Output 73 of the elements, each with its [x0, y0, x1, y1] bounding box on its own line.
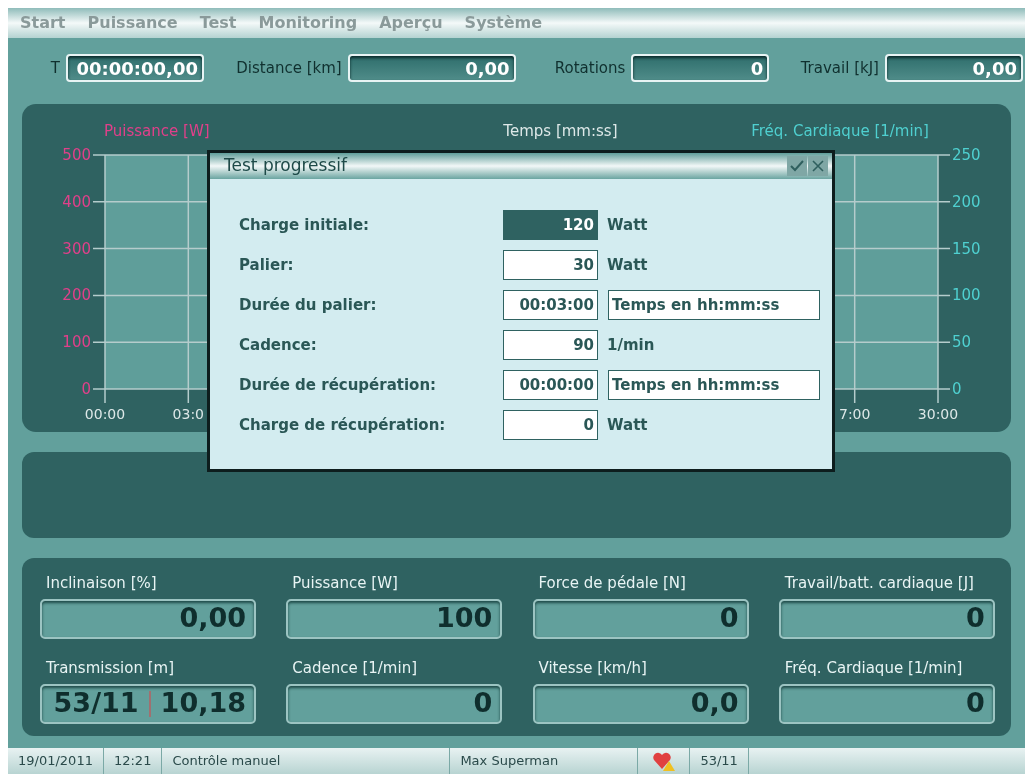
axis-title: Temps [mm:ss]: [503, 121, 618, 142]
readout-value: 0: [965, 686, 985, 721]
tick-label: 0: [952, 379, 962, 398]
tick-label: 30:00: [917, 405, 959, 422]
readout-label: Puissance [W]: [291, 573, 399, 594]
heart-warning-icon: [651, 751, 676, 771]
field-label: T: [49, 57, 60, 79]
status-user: Max Superman: [450, 748, 639, 774]
readout-value: 0: [473, 686, 493, 721]
hint-field: Temps en hh:mm:ss: [608, 290, 820, 320]
unit-label: Watt: [607, 414, 648, 436]
tick-label: 300: [62, 239, 91, 258]
field-label: Distance [km]: [235, 57, 342, 79]
readout-value: 0: [719, 601, 739, 636]
axis-title: Puissance [W]: [104, 121, 210, 142]
tick-label: 200: [62, 285, 91, 304]
field-label: Rotations: [553, 57, 626, 79]
input-field[interactable]: 0: [503, 410, 598, 440]
close-button[interactable]: [808, 156, 828, 176]
field-label: Charge de récupération:: [239, 414, 447, 436]
readout-label: Force de pédale [N]: [537, 573, 687, 594]
field-label: Charge initiale:: [239, 214, 371, 236]
tick-label: 250: [952, 145, 981, 164]
tick-label: 0: [81, 379, 91, 398]
close-icon: [812, 160, 824, 172]
tick-label: 400: [62, 192, 91, 211]
tick-label: 500: [62, 145, 91, 164]
input-field[interactable]: 00:00:00: [503, 370, 598, 400]
input-field[interactable]: 00:03:00: [503, 290, 598, 320]
field-label: Cadence:: [239, 334, 318, 356]
field-label: Travail [kJ]: [799, 57, 879, 79]
unit-label: 1/min: [607, 334, 655, 356]
check-icon: [790, 160, 804, 172]
readout-value: 100: [435, 601, 493, 636]
tick-label: 150: [952, 239, 981, 258]
confirm-button[interactable]: [787, 156, 807, 176]
readout-field: 0,00: [347, 54, 516, 82]
readout-label: Transmission [m]: [45, 658, 175, 679]
status-time: 12:21: [103, 748, 163, 774]
tick-label: 200: [952, 192, 981, 211]
unit-label: Watt: [607, 254, 648, 276]
tick-label: 7:00: [838, 405, 871, 422]
tick-label: 50: [952, 332, 972, 351]
readout-value: 53/11: [53, 686, 139, 721]
status-mode: Contrôle manuel: [162, 748, 451, 774]
readout-label: Vitesse [km/h]: [537, 658, 648, 679]
readout-field: 00:00:00,00: [66, 54, 204, 82]
unit-label: Watt: [607, 214, 648, 236]
axis-title: Fréq. Cardiaque [1/min]: [751, 121, 929, 142]
readout-label: Fréq. Cardiaque [1/min]: [783, 658, 964, 679]
input-field[interactable]: 30: [503, 250, 598, 280]
readout-label: Cadence [1/min]: [291, 658, 418, 679]
readout-field: 0: [631, 54, 770, 82]
tick-label: 100: [62, 332, 91, 351]
tick-label: 03:0: [172, 405, 205, 422]
input-field[interactable]: 120: [503, 210, 598, 240]
tick-label: 100: [952, 285, 981, 304]
field-label: Palier:: [239, 254, 295, 276]
readout-value: 0: [965, 601, 985, 636]
field-label: Durée de récupération:: [239, 374, 438, 396]
readout-label: Inclinaison [%]: [45, 573, 158, 594]
readout-value: 10,18: [160, 686, 246, 721]
input-field[interactable]: 90: [503, 330, 598, 360]
dialog-title: Test progressif: [224, 154, 347, 178]
status-gear: 53/11: [690, 748, 749, 774]
field-label: Durée du palier:: [239, 294, 378, 316]
readout-value: 0,00: [179, 601, 246, 636]
readout-field: 0,00: [884, 54, 1023, 82]
readout-value: 0,0: [690, 686, 739, 721]
hint-field: Temps en hh:mm:ss: [608, 370, 820, 400]
status-date: 19/01/2011: [8, 748, 104, 774]
tick-label: 00:00: [84, 405, 126, 422]
readout-label: Travail/batt. cardiaque [J]: [783, 573, 975, 594]
